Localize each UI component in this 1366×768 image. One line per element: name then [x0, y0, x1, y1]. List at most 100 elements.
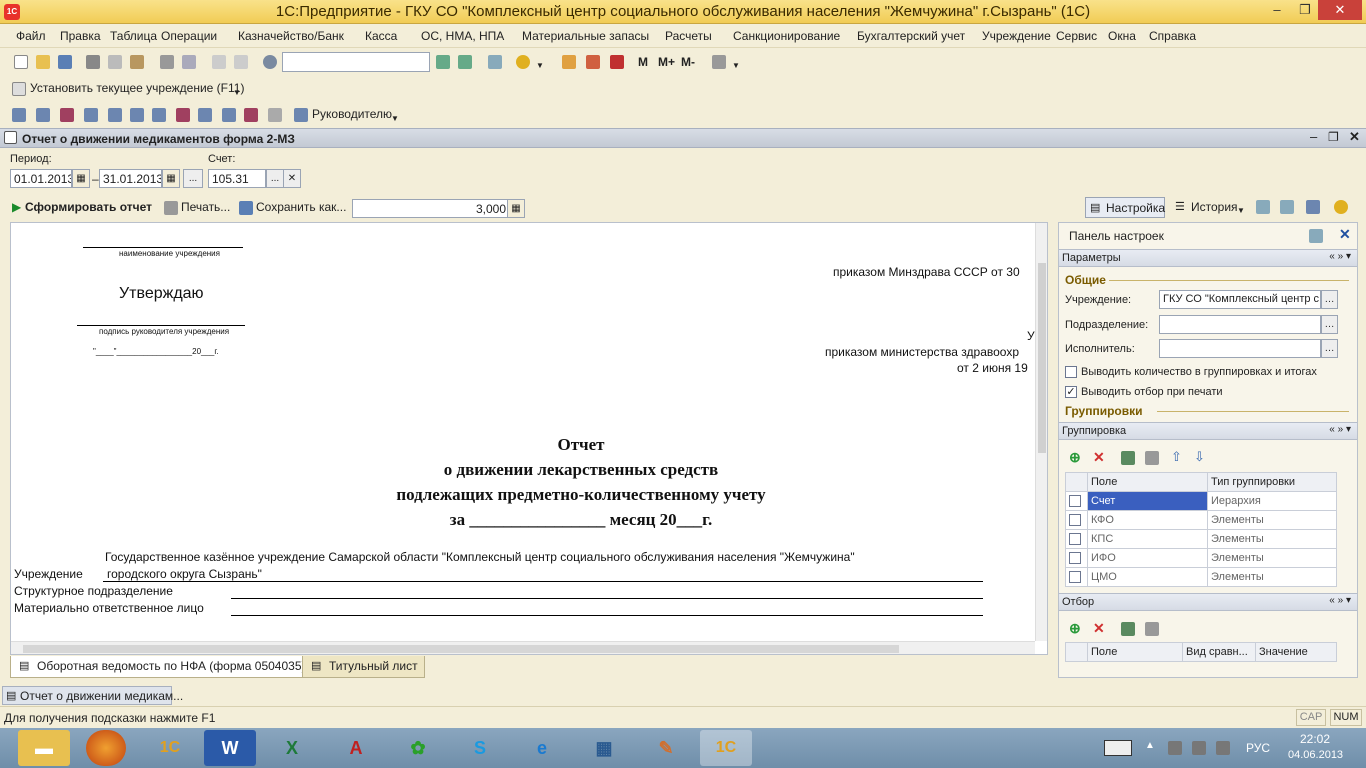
history-button[interactable]: История — [1191, 200, 1238, 214]
table-row[interactable]: ЦМО Элементы — [1065, 567, 1337, 587]
calculator-icon[interactable] — [562, 55, 576, 69]
scrollbar-thumb[interactable] — [23, 645, 899, 653]
restore-doc-button[interactable]: ❐ — [1328, 130, 1339, 144]
exec-param-input[interactable] — [1159, 339, 1321, 358]
panel-close-icon[interactable]: ✕ — [1339, 226, 1351, 243]
filter-col-value[interactable]: Значение — [1255, 642, 1337, 662]
menu-windows[interactable]: Окна — [1108, 29, 1136, 43]
collapse-icon[interactable] — [1280, 200, 1294, 214]
tools-icon[interactable] — [712, 55, 726, 69]
move-up-icon[interactable]: ⇧ — [1171, 449, 1182, 465]
1c-active-icon[interactable]: 1С — [700, 730, 752, 766]
calendar-icon[interactable]: ▦ — [72, 169, 90, 188]
date-to-input[interactable]: 31.01.2013 — [99, 169, 162, 188]
minimize-doc-button[interactable]: – — [1310, 129, 1317, 144]
volume-icon[interactable] — [1216, 741, 1230, 755]
expand-icon[interactable] — [1256, 200, 1270, 214]
filter-table[interactable]: Поле Вид сравн... Значение — [1065, 642, 1337, 662]
exec-select-button[interactable]: … — [1321, 339, 1338, 358]
menu-cash[interactable]: Касса — [365, 29, 397, 43]
uncheck-all-icon[interactable] — [1145, 622, 1159, 636]
save-as-button[interactable]: Сохранить как... — [256, 200, 346, 214]
keyboard-icon[interactable] — [1104, 740, 1132, 756]
filter-col-field[interactable]: Поле — [1087, 642, 1183, 662]
print-icon[interactable] — [160, 55, 174, 69]
find-prev-icon[interactable] — [458, 55, 472, 69]
inst-param-input[interactable]: ГКУ СО "Комплексный центр с — [1159, 290, 1321, 309]
save-icon[interactable] — [58, 55, 72, 69]
open-window-tab[interactable]: ▤ Отчет о движении медикам... — [2, 686, 183, 705]
refresh-icon[interactable] — [1306, 200, 1320, 214]
restore-button[interactable]: ❐ — [1290, 0, 1320, 20]
menu-file[interactable]: Файл — [16, 29, 46, 43]
row-checkbox[interactable] — [1069, 571, 1081, 583]
memory-button[interactable]: M — [638, 55, 648, 69]
check-all-icon[interactable] — [1121, 451, 1135, 465]
dept-select-button[interactable]: … — [1321, 315, 1338, 334]
add-icon[interactable]: ⊕ — [1069, 620, 1081, 637]
inst-select-button[interactable]: … — [1321, 290, 1338, 309]
table-row[interactable]: ИФО Элементы — [1065, 548, 1337, 568]
dept-param-input[interactable] — [1159, 315, 1321, 334]
grouping-table[interactable]: Поле Тип группировки Счет Иерархия КФО Элем… — [1065, 472, 1337, 587]
chevron-down-icon[interactable]: ▼ — [536, 61, 544, 70]
report-icon[interactable] — [152, 108, 166, 122]
redo-icon[interactable] — [234, 55, 248, 69]
explorer-icon[interactable]: ▬ — [18, 730, 70, 766]
generate-report-button[interactable]: Сформировать отчет — [25, 200, 152, 214]
clipboard-icon[interactable] — [610, 55, 624, 69]
table-row[interactable]: КПС Элементы — [1065, 529, 1337, 549]
acrobat-icon[interactable]: A — [330, 730, 382, 766]
report-icon[interactable] — [12, 108, 26, 122]
qty-in-groupings-checkbox[interactable] — [1065, 366, 1077, 378]
memory-minus-button[interactable]: M- — [681, 55, 695, 69]
move-down-icon[interactable]: ⇩ — [1194, 449, 1205, 465]
set-institution-button[interactable]: Установить текущее учреждение (F11) — [30, 81, 244, 95]
col-type-header[interactable]: Тип группировки — [1207, 472, 1337, 492]
copy-icon[interactable] — [108, 55, 122, 69]
report-icon[interactable] — [222, 108, 236, 122]
1c-app-icon[interactable]: 1С — [144, 730, 196, 766]
clock-time[interactable]: 22:02 — [1300, 732, 1330, 746]
icq-icon[interactable]: ✿ — [392, 730, 444, 766]
report-icon[interactable] — [244, 108, 258, 122]
new-icon[interactable] — [14, 55, 28, 69]
menu-settlements[interactable]: Расчеты — [665, 29, 712, 43]
row-checkbox[interactable] — [1069, 552, 1081, 564]
menu-edit[interactable]: Правка — [60, 29, 101, 43]
network-icon[interactable] — [1192, 741, 1206, 755]
delete-icon[interactable]: ✕ — [1093, 620, 1105, 637]
filter-header[interactable]: Отбор « » ▾ — [1059, 593, 1357, 611]
search-icon[interactable] — [263, 55, 277, 69]
scale-input[interactable]: 3,000 — [352, 199, 510, 218]
vertical-scrollbar[interactable] — [1035, 223, 1047, 641]
word-icon[interactable]: W — [204, 730, 256, 766]
control-panel-icon[interactable]: ▦ — [578, 730, 630, 766]
menu-materials[interactable]: Материальные запасы — [522, 29, 649, 43]
menu-sanction[interactable]: Санкционирование — [733, 29, 840, 43]
cut-icon[interactable] — [86, 55, 100, 69]
report-icon[interactable] — [108, 108, 122, 122]
menu-operations[interactable]: Операции — [161, 29, 217, 43]
close-doc-button[interactable]: ✕ — [1349, 129, 1360, 145]
row-checkbox[interactable] — [1069, 533, 1081, 545]
section-arrows-icon[interactable]: « » ▾ — [1329, 595, 1351, 606]
table-icon[interactable] — [268, 108, 282, 122]
ie-icon[interactable]: e — [516, 730, 568, 766]
params-header[interactable]: Параметры « » ▾ — [1059, 249, 1357, 267]
open-icon[interactable] — [36, 55, 50, 69]
print-button[interactable]: Печать... — [181, 200, 230, 214]
menu-accounting[interactable]: Бухгалтерский учет — [857, 29, 965, 43]
tray-expand-icon[interactable]: ▲ — [1145, 740, 1155, 751]
windows-icon[interactable] — [488, 55, 502, 69]
menu-fixed-assets[interactable]: ОС, НМА, НПА — [421, 29, 504, 43]
minimize-button[interactable]: – — [1262, 0, 1292, 20]
row-checkbox[interactable] — [1069, 495, 1081, 507]
panel-pin-icon[interactable] — [1309, 229, 1323, 243]
account-select-button[interactable]: ... — [266, 169, 284, 188]
date-from-input[interactable]: 01.01.2013 — [10, 169, 72, 188]
language-indicator[interactable]: РУС — [1246, 741, 1270, 755]
menu-service[interactable]: Сервис — [1056, 29, 1097, 43]
excel-icon[interactable]: X — [266, 730, 318, 766]
filter-col-compare[interactable]: Вид сравн... — [1182, 642, 1256, 662]
